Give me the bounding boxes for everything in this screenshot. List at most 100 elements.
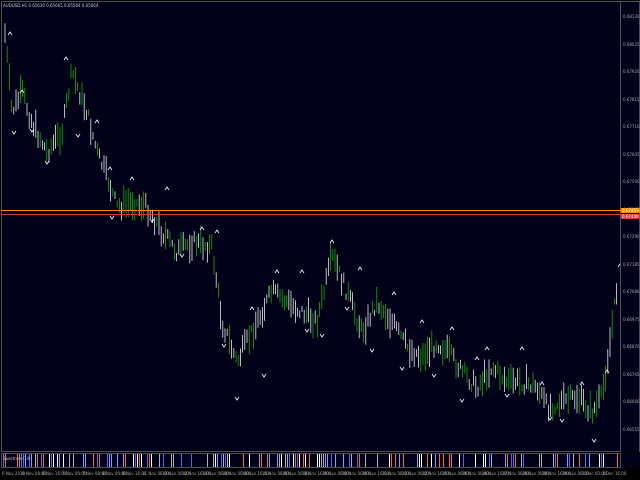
spectrum-bar bbox=[431, 454, 432, 467]
spectrum-bar bbox=[125, 454, 126, 467]
spectrum-bar bbox=[223, 454, 224, 467]
price-scale-label: 0.67920 bbox=[623, 69, 640, 74]
spectrum-bar bbox=[523, 454, 524, 467]
spectrum-bar bbox=[99, 454, 100, 467]
fractal-up-arrow bbox=[449, 326, 455, 331]
spectrum-bar bbox=[541, 454, 542, 467]
spectrum-bar bbox=[483, 454, 484, 467]
spectrum-bar bbox=[391, 454, 392, 467]
spectrum-bar bbox=[63, 454, 64, 467]
spectrum-bar bbox=[435, 454, 436, 467]
spectrum-bar bbox=[579, 454, 580, 467]
spectrum-bar bbox=[159, 454, 160, 467]
spectrum-bar bbox=[107, 454, 108, 467]
spectrum-bar bbox=[149, 454, 150, 467]
fractal-down-arrow bbox=[261, 373, 267, 378]
spectrum-bar bbox=[135, 454, 136, 467]
spectrum-bar bbox=[85, 454, 86, 467]
indicator-pane[interactable] bbox=[1, 453, 621, 468]
fractal-down-arrow bbox=[504, 393, 510, 398]
spectrum-bar bbox=[163, 454, 164, 467]
fractal-down-arrow bbox=[591, 438, 597, 443]
price-scale-label: 0.66765 bbox=[623, 371, 640, 377]
spectrum-bar bbox=[485, 454, 486, 467]
spectrum-bar bbox=[323, 454, 324, 467]
price-scale-label: 0.66975 bbox=[623, 316, 640, 322]
ask-price-line bbox=[1, 210, 621, 211]
spectrum-bar bbox=[59, 454, 60, 467]
fractal-down-arrow bbox=[559, 418, 565, 423]
spectrum-bar bbox=[171, 454, 172, 467]
price-chart-pane[interactable] bbox=[1, 1, 621, 452]
ask-price-box: 0.67455 bbox=[621, 208, 640, 213]
spectrum-bar bbox=[37, 454, 38, 467]
spectrum-bar bbox=[539, 454, 540, 467]
spectrum-bar bbox=[285, 454, 286, 467]
spectrum-bar bbox=[553, 454, 554, 467]
fractal-up-arrow bbox=[94, 119, 100, 124]
fractal-up-arrow bbox=[419, 319, 425, 324]
fractal-down-arrow bbox=[459, 398, 465, 403]
fractal-up-arrow bbox=[299, 269, 305, 274]
spectrum-bar bbox=[309, 454, 310, 467]
candlestick-chart[interactable] bbox=[2, 2, 620, 451]
spectrum-bar bbox=[365, 454, 366, 467]
spectrum-bar bbox=[349, 454, 350, 467]
bid-price-line bbox=[1, 214, 621, 215]
spectrum-bar bbox=[207, 454, 208, 467]
price-scale-label: 0.66870 bbox=[623, 344, 640, 349]
time-axis: 6 Nov 2019 6 Nov 08:00 6 Nov 16:00 7 Nov 00… bbox=[0, 468, 640, 480]
price-scale-label: 0.67290 bbox=[623, 234, 640, 239]
spectrum-bar bbox=[109, 454, 110, 467]
price-scale-label: 0.67710 bbox=[623, 124, 640, 129]
price-scale[interactable]: 0.68130 0.68025 0.67920 0.67815 0.67710 0.676… bbox=[621, 1, 640, 452]
price-scale-label: 0.67815 bbox=[623, 96, 640, 102]
time-axis-label: 2 Dec 16:00 bbox=[602, 471, 627, 476]
spectrum-bar bbox=[181, 454, 182, 467]
fractal-down-arrow bbox=[11, 130, 17, 135]
spectrum-bar bbox=[73, 454, 74, 467]
spectrum-bar bbox=[321, 454, 322, 467]
spectrum-bar bbox=[305, 454, 306, 467]
spectrum-bar bbox=[443, 454, 444, 467]
indicator-title: Spectrum(14) bbox=[3, 456, 31, 461]
spectrum-bar bbox=[403, 454, 404, 467]
spectrum-bar bbox=[303, 454, 304, 467]
fractal-down-arrow bbox=[75, 133, 81, 138]
fractal-up-arrow bbox=[164, 186, 170, 191]
spectrum-bar bbox=[327, 454, 328, 467]
fractal-up-arrow bbox=[249, 306, 255, 311]
fractal-up-arrow bbox=[474, 356, 480, 361]
price-scale-label: 0.68130 bbox=[623, 14, 640, 19]
fractal-down-arrow bbox=[431, 373, 437, 378]
indicator-scale bbox=[621, 453, 640, 468]
spectrum-bar bbox=[421, 454, 422, 467]
spectrum-bar bbox=[147, 454, 148, 467]
spectrum-bar bbox=[521, 454, 522, 467]
spectrum-bar bbox=[221, 454, 222, 467]
spectrum-bar bbox=[557, 454, 558, 467]
spectrum-bar bbox=[351, 454, 352, 467]
spectrum-bar bbox=[317, 454, 318, 467]
spectrum-bar bbox=[289, 454, 290, 467]
fractal-up-arrow bbox=[484, 346, 490, 351]
spectrum-bar bbox=[141, 454, 142, 467]
spectrum-bar bbox=[173, 454, 174, 467]
spectrum-bar bbox=[335, 454, 336, 467]
spectrum-bar bbox=[319, 454, 320, 467]
spectrum-bar bbox=[569, 454, 570, 467]
fractal-up-arrow bbox=[357, 266, 363, 271]
fractal-down-arrow bbox=[179, 253, 185, 258]
spectrum-bar bbox=[451, 454, 452, 467]
spectrum-bar bbox=[151, 454, 152, 467]
price-scale-label: 0.66660 bbox=[623, 399, 640, 404]
fractal-down-arrow bbox=[344, 306, 350, 311]
spectrum-bar bbox=[439, 454, 440, 467]
spectrum-bar bbox=[287, 454, 288, 467]
spectrum-bar bbox=[281, 454, 282, 467]
spectrum-bar bbox=[331, 454, 332, 467]
spectrum-bar bbox=[269, 454, 270, 467]
fractal-up-arrow bbox=[539, 381, 545, 386]
spectrum-bar bbox=[35, 454, 36, 467]
spectrum-bar bbox=[389, 454, 390, 467]
